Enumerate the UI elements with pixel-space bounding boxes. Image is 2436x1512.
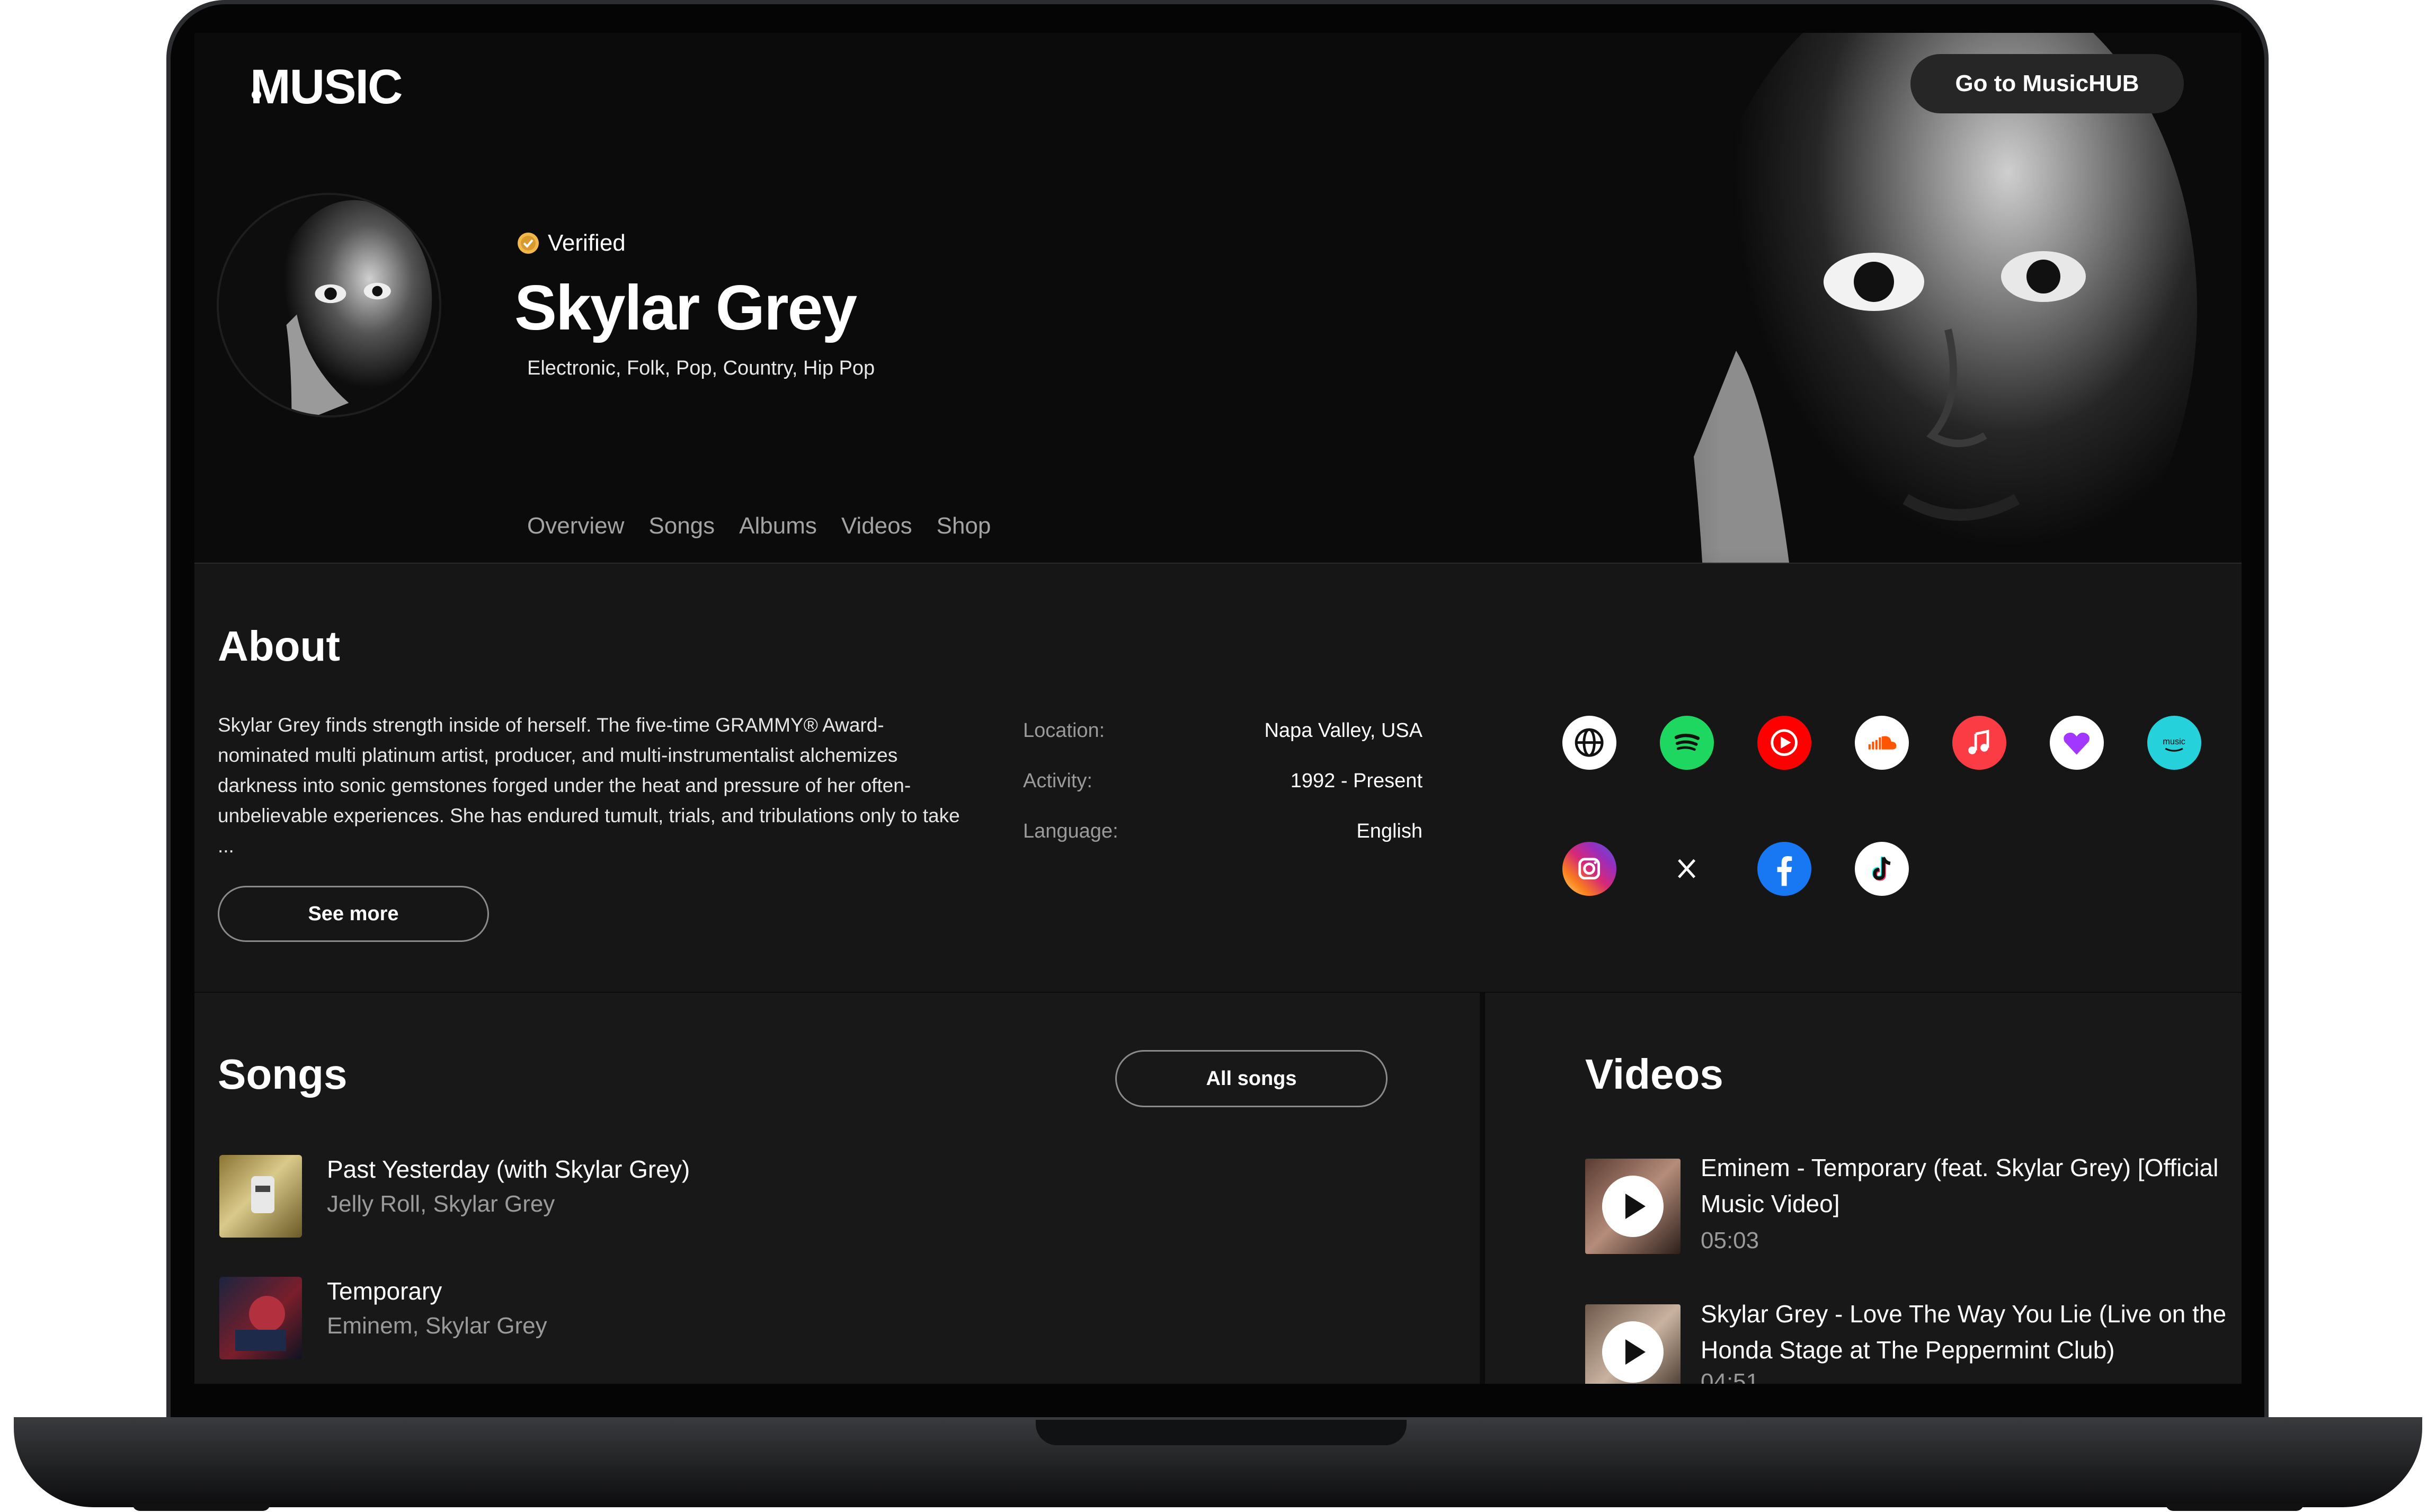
- video-title[interactable]: Skylar Grey - Love The Way You Lie (Live…: [1701, 1296, 2236, 1368]
- info-value: Napa Valley, USA: [1264, 719, 1423, 742]
- artist-tabs: Overview Songs Albums Videos Shop: [527, 513, 991, 539]
- videos-title: Videos: [1585, 1051, 1723, 1098]
- song-title[interactable]: Temporary: [327, 1277, 442, 1305]
- tab-songs[interactable]: Songs: [648, 513, 715, 539]
- tab-albums[interactable]: Albums: [739, 513, 817, 539]
- all-songs-button[interactable]: All songs: [1115, 1050, 1388, 1107]
- tiktok-icon[interactable]: [1855, 842, 1909, 896]
- youtube-music-icon[interactable]: [1757, 716, 1811, 770]
- song-artist: Jelly Roll, Skylar Grey: [327, 1191, 555, 1217]
- songs-title: Songs: [218, 1051, 348, 1098]
- info-location: Location: Napa Valley, USA: [1023, 719, 1423, 742]
- website-icon[interactable]: [1562, 716, 1616, 770]
- amazon-music-icon[interactable]: music: [2147, 716, 2201, 770]
- svg-text:music: music: [2163, 737, 2186, 746]
- info-value: English: [1356, 820, 1423, 842]
- music-logo[interactable]: MUSIC: [250, 59, 403, 115]
- deezer-icon[interactable]: [2050, 716, 2104, 770]
- play-icon[interactable]: [1602, 1321, 1664, 1383]
- tab-shop[interactable]: Shop: [937, 513, 991, 539]
- song-title[interactable]: Past Yesterday (with Skylar Grey): [327, 1155, 690, 1184]
- tab-videos[interactable]: Videos: [841, 513, 912, 539]
- song-cover[interactable]: [219, 1277, 302, 1359]
- laptop-foot: [132, 1504, 270, 1511]
- screen: MUSIC Go to MusicHUB Verified Skylar Gre…: [194, 33, 2242, 1384]
- go-to-musichub-button[interactable]: Go to MusicHUB: [1910, 54, 2184, 113]
- info-label: Location:: [1023, 719, 1105, 742]
- laptop-foot: [2166, 1504, 2304, 1511]
- info-label: Language:: [1023, 820, 1118, 842]
- soundcloud-icon[interactable]: [1855, 716, 1909, 770]
- song-cover[interactable]: [219, 1155, 302, 1238]
- video-title[interactable]: Eminem - Temporary (feat. Skylar Grey) […: [1701, 1150, 2236, 1222]
- info-label: Activity:: [1023, 770, 1092, 792]
- info-activity: Activity: 1992 - Present: [1023, 770, 1423, 793]
- artist-name: Skylar Grey: [514, 272, 857, 343]
- song-artist: Eminem, Skylar Grey: [327, 1313, 547, 1339]
- video-duration: 05:03: [1701, 1228, 1759, 1253]
- x-icon[interactable]: [1660, 842, 1714, 896]
- tab-overview[interactable]: Overview: [527, 513, 624, 539]
- about-bio: Skylar Grey finds strength inside of her…: [218, 714, 960, 857]
- facebook-icon[interactable]: [1757, 842, 1811, 896]
- video-duration: 04:51: [1701, 1369, 1759, 1384]
- apple-music-icon[interactable]: [1952, 716, 2006, 770]
- spotify-icon[interactable]: [1660, 716, 1714, 770]
- info-language: Language: English: [1023, 820, 1423, 843]
- verified-label: Verified: [548, 230, 626, 256]
- play-icon[interactable]: [1602, 1176, 1664, 1237]
- info-value: 1992 - Present: [1290, 770, 1423, 792]
- verified-icon: [518, 233, 539, 254]
- instagram-icon[interactable]: [1562, 842, 1616, 896]
- verified-badge: Verified: [516, 230, 626, 256]
- laptop-notch: [1036, 1420, 1407, 1445]
- artist-avatar: [217, 193, 441, 417]
- artist-genres: Electronic, Folk, Pop, Country, Hip Pop: [527, 357, 875, 379]
- see-more-button[interactable]: See more: [218, 886, 489, 942]
- about-title: About: [218, 622, 341, 670]
